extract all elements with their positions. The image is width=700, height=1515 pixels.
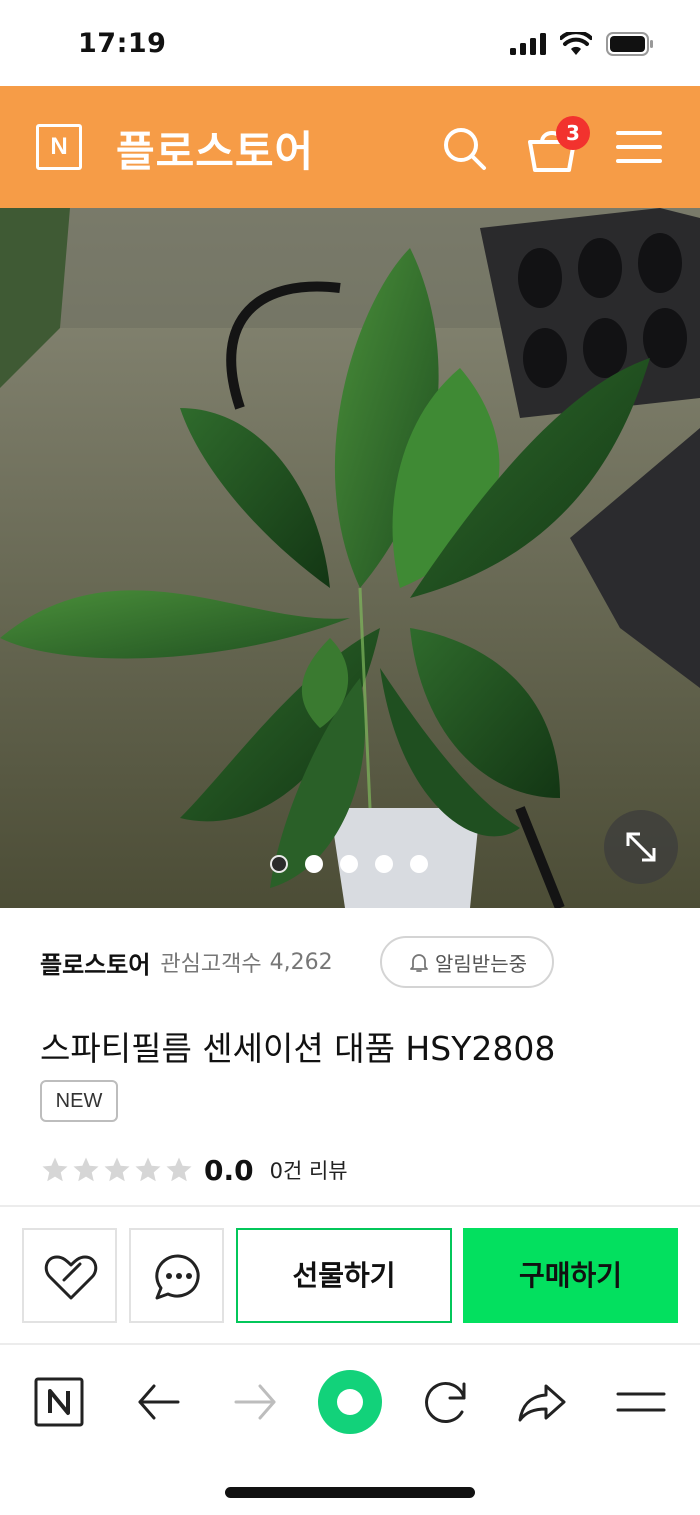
wifi-icon xyxy=(560,32,592,55)
gift-button[interactable]: 선물하기 xyxy=(236,1228,452,1323)
status-time: 17:19 xyxy=(78,28,167,59)
menu-icon xyxy=(616,1392,666,1412)
naver-home-icon[interactable] xyxy=(34,1374,90,1430)
status-icons xyxy=(510,32,654,56)
green-dot-button[interactable] xyxy=(316,1368,384,1436)
refresh-icon xyxy=(425,1382,466,1423)
carousel-dot[interactable] xyxy=(340,855,358,873)
browser-menu-button[interactable] xyxy=(614,1374,670,1430)
back-button[interactable] xyxy=(132,1374,188,1430)
store-header: N 플로스토어 3 xyxy=(0,86,700,208)
store-title[interactable]: 플로스토어 xyxy=(116,118,314,179)
forward-arrow-icon xyxy=(234,1384,276,1420)
star-icon xyxy=(73,1157,99,1182)
notify-label: 알림받는중 xyxy=(435,951,527,976)
review-count[interactable]: 0건 리뷰 xyxy=(270,1155,348,1185)
chat-bubble-icon xyxy=(155,1254,200,1300)
status-bar: 17:19 xyxy=(0,0,700,86)
wishlist-button[interactable] xyxy=(22,1228,117,1323)
search-icon[interactable] xyxy=(440,124,488,172)
carousel-dot[interactable] xyxy=(305,855,323,873)
rating-row: 0.0 0건 리뷰 xyxy=(40,1150,348,1190)
star-icon xyxy=(135,1157,161,1182)
logo-letter: N xyxy=(50,133,68,160)
buy-button[interactable]: 구매하기 xyxy=(463,1228,678,1323)
carousel-dot[interactable] xyxy=(410,855,428,873)
menu-icon[interactable] xyxy=(616,129,662,165)
carousel-dot[interactable] xyxy=(375,855,393,873)
carousel-dot-active[interactable] xyxy=(270,855,288,873)
carousel-dots xyxy=(270,855,428,873)
seller-name[interactable]: 플로스토어 xyxy=(40,945,150,980)
share-icon xyxy=(518,1384,566,1422)
heart-icon xyxy=(44,1255,98,1300)
star-icon xyxy=(104,1157,130,1182)
green-dot-icon xyxy=(318,1370,382,1434)
expand-image-button[interactable] xyxy=(604,810,678,884)
plant-photo xyxy=(0,208,700,908)
rating-stars xyxy=(40,1155,194,1185)
forward-button[interactable] xyxy=(228,1374,284,1430)
divider xyxy=(0,1205,700,1207)
follow-label: 관심고객수 xyxy=(160,952,262,977)
follow-count: 4,262 xyxy=(269,949,333,975)
new-badge: NEW xyxy=(40,1080,118,1122)
expand-icon xyxy=(626,832,656,862)
rating-score: 0.0 xyxy=(204,1153,254,1187)
battery-icon xyxy=(606,32,653,56)
notify-button[interactable]: 알림받는중 xyxy=(380,936,554,988)
talk-button[interactable] xyxy=(129,1228,224,1323)
star-icon xyxy=(42,1157,68,1182)
back-arrow-icon xyxy=(138,1384,180,1420)
cart-count-badge: 3 xyxy=(556,116,590,150)
seller-info: 플로스토어 관심고객수 4,262 xyxy=(40,936,333,988)
refresh-button[interactable] xyxy=(418,1374,474,1430)
signal-icon xyxy=(510,33,546,55)
naver-logo-icon xyxy=(34,1377,84,1427)
home-indicator[interactable] xyxy=(225,1487,475,1498)
bell-icon xyxy=(410,954,428,972)
star-icon xyxy=(166,1157,192,1182)
product-title: 스파티필름 센세이션 대품 HSY2808 xyxy=(40,1029,556,1068)
product-image[interactable] xyxy=(0,208,700,908)
share-button[interactable] xyxy=(514,1374,570,1430)
naver-logo-icon[interactable]: N xyxy=(36,124,82,170)
